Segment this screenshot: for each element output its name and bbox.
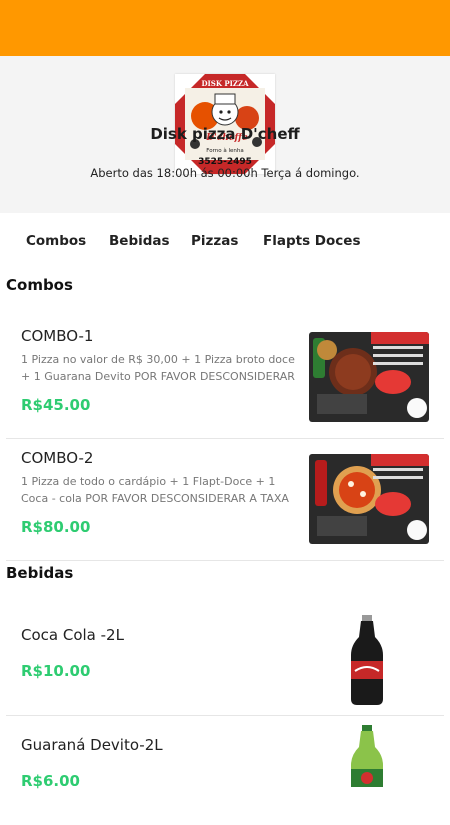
item-name: COMBO-2 <box>21 449 94 467</box>
item-price: R$45.00 <box>21 396 91 414</box>
item-price: R$80.00 <box>21 518 91 536</box>
menu-item-combo-1[interactable]: COMBO-1 1 Pizza no valor de R$ 30,00 + 1… <box>6 316 444 439</box>
section-title-bebidas: Bebidas <box>6 564 74 582</box>
tab-bebidas[interactable]: Bebidas <box>109 233 170 249</box>
menu-item-combo-2[interactable]: COMBO-2 1 Pizza de todo o cardápio + 1 F… <box>6 438 444 561</box>
store-name: Disk pizza D'cheff <box>150 125 300 143</box>
item-price: R$10.00 <box>21 662 91 680</box>
menu-item-guarana-devito[interactable]: Guaraná Devito-2L R$6.00 <box>6 715 444 825</box>
item-price: R$6.00 <box>21 772 80 790</box>
store-header: DISK PIZZA D'cheffe Forno à lenha 3525-2… <box>0 56 450 213</box>
category-tabs: Combos Bebidas Pizzas Flapts Doces <box>0 213 450 271</box>
store-hours: Aberto das 18:00h ás 00:00h Terça á domi… <box>90 166 360 180</box>
item-name: COMBO-1 <box>21 327 94 345</box>
tab-flapts-doces[interactable]: Flapts Doces <box>263 233 361 249</box>
item-image <box>309 332 429 422</box>
tab-combos[interactable]: Combos <box>26 233 86 249</box>
section-title-combos: Combos <box>6 276 73 294</box>
menu-item-coca-cola[interactable]: Coca Cola -2L R$10.00 <box>6 605 444 716</box>
top-bar <box>0 0 450 56</box>
item-image <box>309 454 429 544</box>
item-image <box>347 615 387 705</box>
store-logo: DISK PIZZA D'cheffe Forno à lenha 3525-2… <box>175 74 275 174</box>
logo-text-top: DISK PIZZA <box>201 79 249 88</box>
item-description: 1 Pizza de todo o cardápio + 1 Flapt-Doc… <box>21 475 289 505</box>
item-name: Guaraná Devito-2L <box>21 736 163 754</box>
item-name: Coca Cola -2L <box>21 626 124 644</box>
item-description: 1 Pizza no valor de R$ 30,00 + 1 Pizza b… <box>21 353 295 383</box>
item-image <box>347 725 387 787</box>
logo-text-sub: Forno à lenha <box>206 147 243 154</box>
tab-pizzas[interactable]: Pizzas <box>191 233 238 249</box>
